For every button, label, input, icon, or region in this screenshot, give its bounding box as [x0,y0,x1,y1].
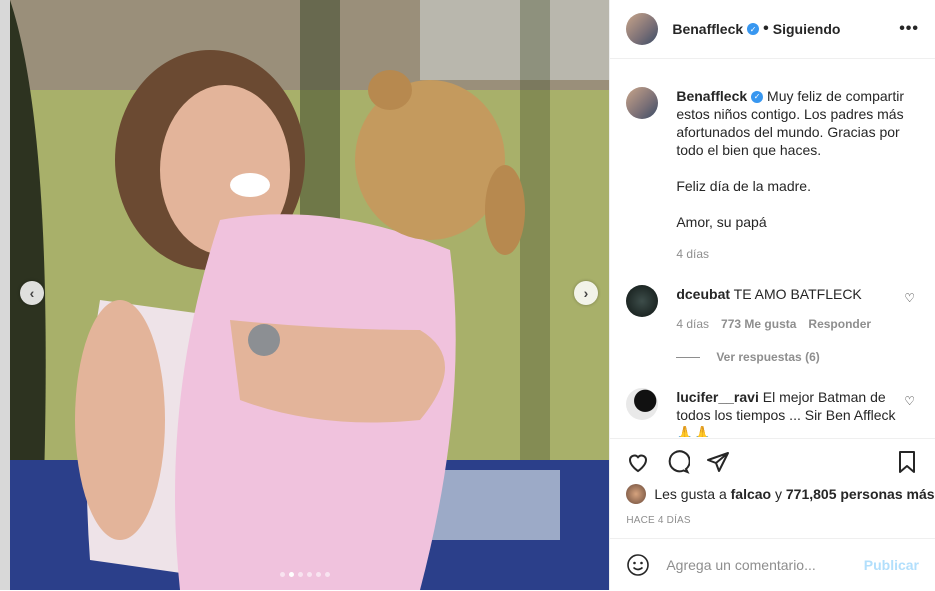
likes-count[interactable]: 771,805 personas más [786,486,935,502]
comment-input[interactable]: Agrega un comentario... [666,557,863,573]
carousel-dot [315,572,321,577]
comment-likes[interactable]: 773 Me gusta [721,315,796,333]
caption: Benaffleck ✓ Muy feliz de compartir estos… [610,87,935,263]
chevron-left-icon: ‹ [29,285,35,301]
comment-username[interactable]: lucifer__ravi [676,389,759,405]
more-options-icon[interactable]: ••• [899,20,919,38]
post-header: Benaffleck ✓ • Siguiendo ••• [610,0,935,59]
post-sidebar: Benaffleck ✓ • Siguiendo ••• Benaffleck ✓… [609,0,935,590]
caption-line-3: Amor, su papá [676,214,767,230]
post-date[interactable]: HACE 4 DÍAS [626,515,690,526]
carousel-dots [0,572,609,577]
separator-dot: • [763,20,769,37]
comment-body: dceubat TE AMO BATFLECK 4 días 773 Me gu… [676,285,904,333]
next-photo-button[interactable]: › [574,281,598,305]
author-avatar[interactable] [626,13,659,45]
post-photo[interactable]: ‹ › [0,0,610,590]
liker-username[interactable]: falcao [731,486,771,502]
heart-icon[interactable] [626,450,650,474]
follow-status-button[interactable]: Siguiendo [773,21,841,37]
replies-divider [676,356,701,358]
commenter-avatar[interactable] [626,388,659,420]
comments-section[interactable]: Benaffleck ✓ Muy feliz de compartir estos… [610,59,935,437]
heart-icon[interactable]: ♡ [904,394,915,408]
share-icon[interactable] [706,450,730,474]
add-comment-bar: Agrega un comentario... Publicar [610,538,935,591]
author-username[interactable]: Benaffleck [672,21,743,37]
view-replies-button[interactable]: Ver respuestas (6) [676,350,820,364]
comment-body: lucifer__ravi El mejor Batman de todos l… [676,388,904,437]
prev-photo-button[interactable]: ‹ [20,281,44,305]
liker-avatar[interactable] [626,484,647,504]
likes-prefix: Les gusta a [654,486,727,502]
commenter-avatar[interactable] [626,285,659,317]
chevron-right-icon: › [583,285,589,301]
carousel-dot [279,572,285,577]
likes-conj: y [774,486,782,502]
bookmark-icon[interactable] [895,450,919,474]
likes-summary: Les gusta a falcao y 771,805 personas má… [626,484,935,504]
caption-username[interactable]: Benaffleck [676,88,747,104]
reply-button[interactable]: Responder [808,315,871,333]
carousel-dot [324,572,330,577]
photo-scene [0,0,610,590]
caption-line-2: Feliz día de la madre. [676,178,811,194]
comment-text: TE AMO BATFLECK [733,286,862,302]
heart-icon[interactable]: ♡ [904,291,915,305]
comment-icon[interactable] [666,450,691,474]
emoji-icon[interactable] [626,553,650,577]
carousel-dot [306,572,312,577]
caption-time[interactable]: 4 días [676,245,709,263]
verified-badge-icon: ✓ [751,91,764,104]
edge-bar [0,0,10,590]
instagram-post: ‹ › Benaffleck ✓ • Siguiendo ••• Benaffl… [0,0,935,590]
caption-body: Benaffleck ✓ Muy feliz de compartir estos… [676,87,904,263]
publish-button[interactable]: Publicar [864,557,919,573]
comment-username[interactable]: dceubat [676,286,730,302]
action-bar [610,438,935,485]
comment-item: lucifer__ravi El mejor Batman de todos l… [610,388,935,437]
comment-time[interactable]: 4 días [676,315,709,333]
author-avatar[interactable] [626,87,659,119]
carousel-dot [297,572,303,577]
verified-badge-icon: ✓ [747,23,760,35]
carousel-dot [288,572,294,577]
view-replies-label: Ver respuestas (6) [716,350,820,364]
comment-item: dceubat TE AMO BATFLECK 4 días 773 Me gu… [610,285,935,333]
